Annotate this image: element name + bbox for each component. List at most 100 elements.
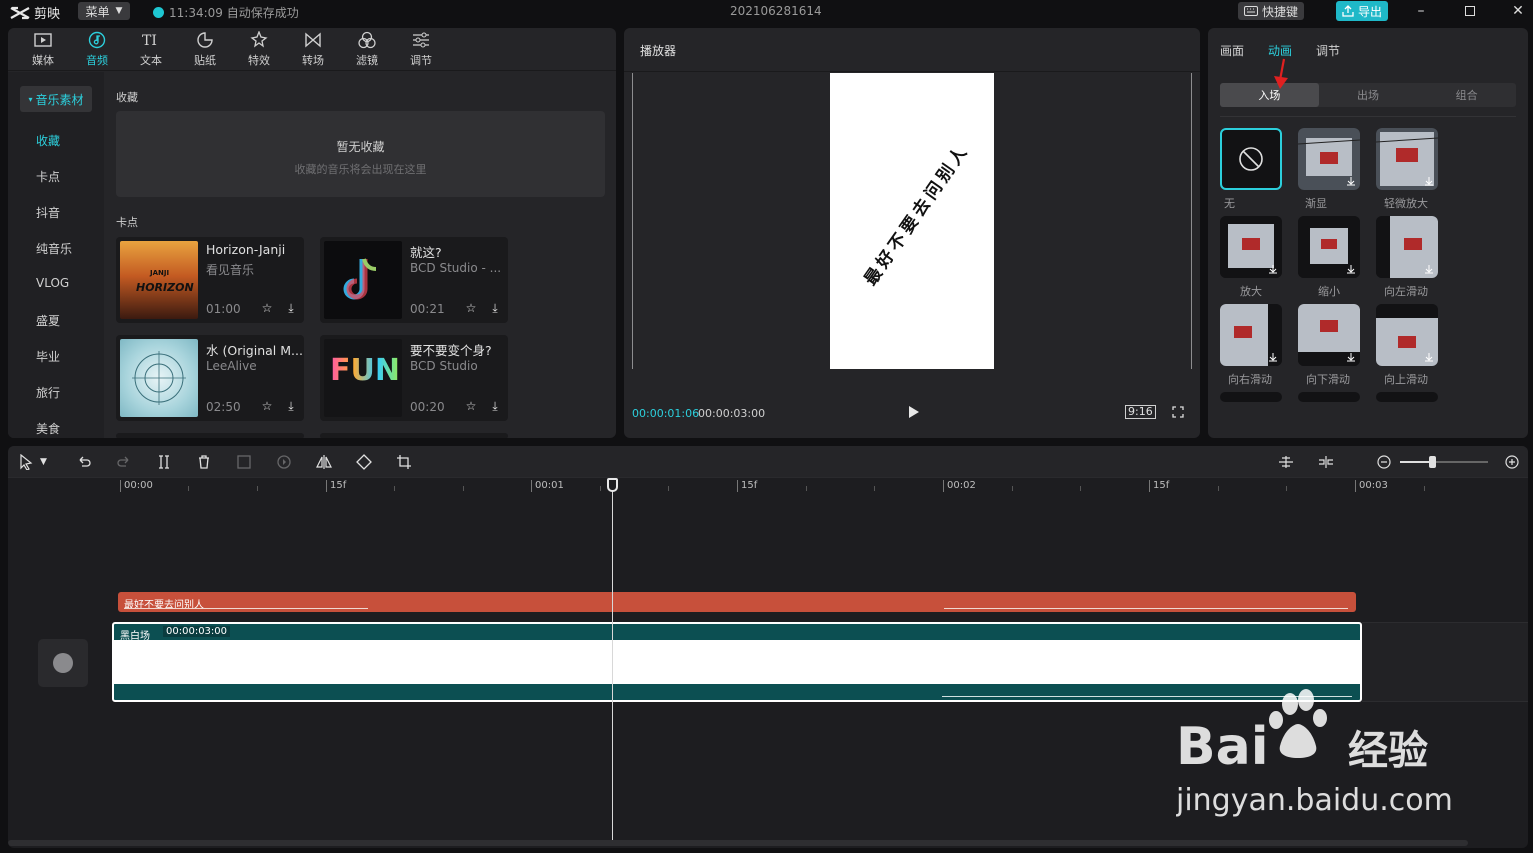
- anim-slide-down[interactable]: [1298, 304, 1360, 366]
- sidebar-item-pure-music[interactable]: 纯音乐: [36, 240, 72, 257]
- sidebar-item-beat[interactable]: 卡点: [36, 168, 60, 185]
- anim-partial[interactable]: [1298, 392, 1360, 402]
- mute-track-button[interactable]: [38, 639, 88, 687]
- anim-zoom-out[interactable]: [1298, 216, 1360, 278]
- tool-filter[interactable]: 滤镜: [340, 28, 394, 71]
- track-artist: LeeAlive: [206, 359, 257, 373]
- snap-icon[interactable]: [1278, 454, 1294, 470]
- minimize-button[interactable]: –: [1406, 0, 1436, 22]
- crop-icon[interactable]: [396, 454, 412, 470]
- tab-animation[interactable]: 动画: [1268, 42, 1292, 59]
- timeline-ruler[interactable]: 00:00 15f 00:01 15f 00:02 15f 00:03: [8, 478, 1528, 496]
- shortcut-button[interactable]: 快捷键: [1238, 2, 1304, 20]
- ruler-tick: [188, 486, 189, 491]
- tab-frame[interactable]: 画面: [1220, 42, 1244, 59]
- anim-slide-left[interactable]: [1376, 216, 1438, 278]
- export-icon: [1342, 5, 1354, 17]
- music-card[interactable]: FUN 要不要变个身? BCD Studio 00:20 ☆ ⤓: [320, 335, 508, 421]
- link-icon[interactable]: [1318, 454, 1334, 470]
- track-name: Horizon-Janji: [206, 242, 286, 257]
- project-name[interactable]: 202106281614: [730, 4, 822, 18]
- rotate-icon[interactable]: [356, 454, 372, 470]
- download-icon: [1347, 265, 1355, 274]
- star-icon[interactable]: ☆: [260, 301, 274, 315]
- select-pointer-icon[interactable]: [18, 454, 34, 470]
- anim-slide-right[interactable]: [1220, 304, 1282, 366]
- split-icon[interactable]: [156, 454, 172, 470]
- export-button[interactable]: 导出: [1336, 1, 1388, 21]
- anim-none[interactable]: [1220, 128, 1282, 190]
- star-icon[interactable]: ☆: [464, 301, 478, 315]
- tool-text[interactable]: TI 文本: [124, 28, 178, 71]
- canvas-edge: [632, 73, 633, 369]
- music-card[interactable]: JANJI HORIZON Horizon-Janji 看见音乐 01:00 ☆…: [116, 237, 304, 323]
- download-icon[interactable]: ⤓: [488, 399, 502, 413]
- ruler-tick: [874, 486, 875, 491]
- music-card-partial[interactable]: [116, 433, 304, 438]
- star-icon[interactable]: ☆: [464, 399, 478, 413]
- sidebar-item-travel[interactable]: 旅行: [36, 384, 60, 401]
- tool-transition[interactable]: 转场: [286, 28, 340, 71]
- video-preview[interactable]: 最好不要去问别人: [830, 73, 994, 369]
- menu-button[interactable]: 菜单 ▼: [78, 2, 130, 20]
- music-card-partial[interactable]: [320, 433, 508, 438]
- anim-zoom-in[interactable]: [1220, 216, 1282, 278]
- delete-icon[interactable]: [196, 454, 212, 470]
- text-clip[interactable]: 最好不要去问别人: [118, 592, 1356, 612]
- download-icon[interactable]: ⤓: [488, 301, 502, 315]
- music-card[interactable]: 水 (Original M... LeeAlive 02:50 ☆ ⤓: [116, 335, 304, 421]
- ruler-tick: [394, 486, 395, 491]
- speaker-icon: [53, 653, 73, 673]
- animation-marker: [124, 608, 368, 609]
- tool-effects[interactable]: 特效: [232, 28, 286, 71]
- menu-label: 菜单: [85, 4, 110, 19]
- favorites-empty-state: 暂无收藏 收藏的音乐将会出现在这里: [116, 111, 605, 197]
- freeze-frame-icon[interactable]: [236, 454, 252, 470]
- sidebar-item-douyin[interactable]: 抖音: [36, 204, 60, 221]
- segment-in[interactable]: 入场: [1220, 83, 1319, 107]
- maximize-button[interactable]: [1455, 0, 1485, 22]
- sidebar-item-favorites[interactable]: 收藏: [36, 132, 60, 149]
- close-button[interactable]: ✕: [1503, 0, 1533, 22]
- tool-audio[interactable]: 音频: [70, 28, 124, 71]
- segment-combo[interactable]: 组合: [1417, 83, 1516, 107]
- tool-media[interactable]: 媒体: [16, 28, 70, 71]
- playhead-handle[interactable]: [607, 478, 618, 492]
- anim-partial[interactable]: [1220, 392, 1282, 402]
- sidebar-item-food[interactable]: 美食: [36, 420, 60, 437]
- anim-label: 向下滑动: [1306, 373, 1350, 386]
- redo-icon[interactable]: [116, 454, 132, 470]
- zoom-out-icon[interactable]: [1376, 454, 1392, 470]
- play-icon[interactable]: [906, 405, 920, 419]
- star-icon[interactable]: ☆: [260, 399, 274, 413]
- caret-down-icon: ▾: [28, 94, 33, 104]
- tab-adjust[interactable]: 调节: [1316, 42, 1340, 59]
- category-music-assets[interactable]: ▾ 音乐素材: [20, 86, 92, 112]
- mirror-icon[interactable]: [316, 454, 332, 470]
- anim-fade-in[interactable]: [1298, 128, 1360, 190]
- anim-partial[interactable]: [1376, 392, 1438, 402]
- audio-icon: [88, 31, 106, 49]
- music-card[interactable]: 就这? BCD Studio - ... 00:21 ☆ ⤓: [320, 237, 508, 323]
- anim-slight-zoom[interactable]: [1376, 128, 1438, 190]
- segment-out[interactable]: 出场: [1319, 83, 1418, 107]
- zoom-in-icon[interactable]: [1504, 454, 1520, 470]
- tool-sticker[interactable]: 贴纸: [178, 28, 232, 71]
- timeline-scrollbar[interactable]: [8, 840, 1468, 846]
- download-icon[interactable]: ⤓: [284, 399, 298, 413]
- zoom-slider-handle[interactable]: [1429, 456, 1436, 468]
- anim-slide-up[interactable]: [1376, 304, 1438, 366]
- undo-icon[interactable]: [76, 454, 92, 470]
- sidebar-item-vlog[interactable]: VLOG: [36, 276, 69, 290]
- reverse-icon[interactable]: [276, 454, 292, 470]
- aspect-ratio-button[interactable]: 9:16: [1125, 405, 1156, 419]
- sidebar-item-graduation[interactable]: 毕业: [36, 348, 60, 365]
- tool-adjust[interactable]: 调节: [394, 28, 448, 71]
- fullscreen-icon[interactable]: [1172, 406, 1184, 418]
- video-clip[interactable]: 黑白场 00:00:03:00: [112, 622, 1362, 702]
- zoom-slider-track[interactable]: [1400, 456, 1488, 468]
- ruler-label: 15f: [1149, 480, 1169, 492]
- chevron-down-icon[interactable]: ▼: [40, 457, 56, 473]
- sidebar-item-summer[interactable]: 盛夏: [36, 312, 60, 329]
- download-icon[interactable]: ⤓: [284, 301, 298, 315]
